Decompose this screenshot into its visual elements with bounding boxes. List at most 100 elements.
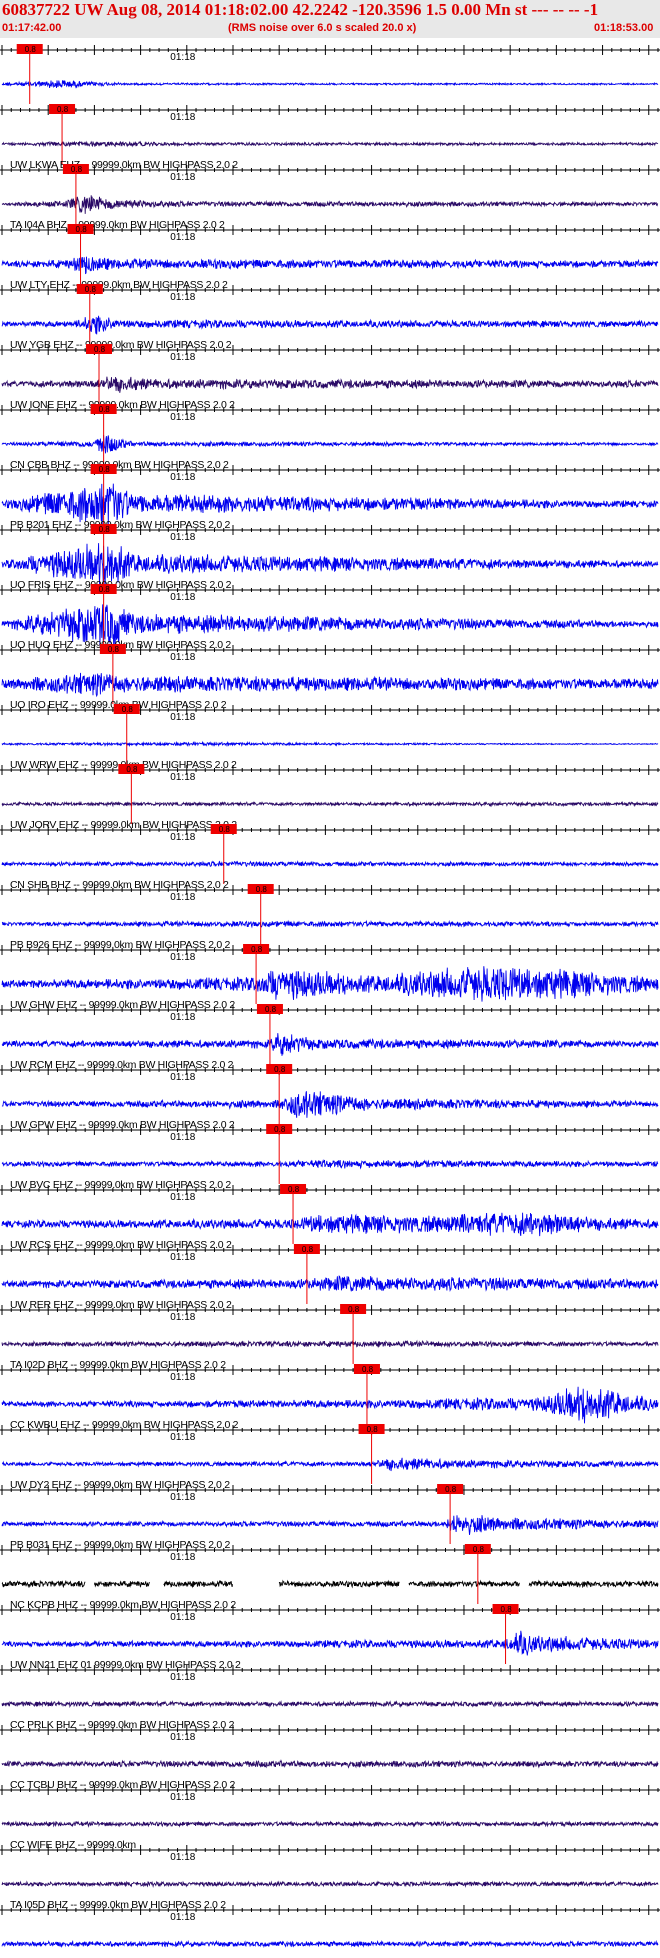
tick-label: 01:18 <box>170 1612 195 1623</box>
tick-label: 01:18 <box>170 352 195 363</box>
tick-label: 01:18 <box>170 1792 195 1803</box>
waveform <box>1 434 659 454</box>
waveform <box>1 1880 659 1888</box>
tick-label: 01:18 <box>170 1552 195 1563</box>
tick-label: 01:18 <box>170 52 195 63</box>
waveform <box>1 256 659 275</box>
station-label: TA I04A BHZ -- 99999.0km BW HIGHPASS 2.0… <box>10 219 225 231</box>
pick-label: 0.8 <box>122 705 134 714</box>
end-time: 01:18:53.00 <box>594 22 654 34</box>
pick-label: 0.8 <box>25 45 37 54</box>
pick-label: 0.8 <box>367 1425 379 1434</box>
waveform <box>1 1699 659 1709</box>
event-title: 60837722 UW Aug 08, 2014 01:18:02.00 42.… <box>2 0 599 19</box>
waveform <box>1 1339 659 1349</box>
station-label: UW GHW EHZ -- 99999.0km BW HIGHPASS 2.0 … <box>10 999 235 1011</box>
waveform <box>1 1033 659 1056</box>
waveform <box>1 140 659 148</box>
waveform <box>1 195 659 214</box>
station-label: UW BVC EHZ -- 99999.0km BW HIGHPASS 2.0 … <box>10 1179 231 1191</box>
waveform <box>1 1091 659 1118</box>
tick-label: 01:18 <box>170 1192 195 1203</box>
waveform <box>1 1212 659 1237</box>
pick-label: 0.8 <box>99 525 111 534</box>
pick-label: 0.8 <box>99 405 111 414</box>
tick-label: 01:18 <box>170 1252 195 1263</box>
station-label: UW LKWA EHZ -- 99999.0km BW HIGHPASS 2.0… <box>10 159 238 171</box>
tick-label: 01:18 <box>170 592 195 603</box>
waveform <box>1 1939 659 1949</box>
tick-label: 01:18 <box>170 1852 195 1863</box>
pick-label: 0.8 <box>362 1365 374 1374</box>
tick-label: 01:18 <box>170 1372 195 1383</box>
station-label: PB B201 EHZ -- 99999.0km BW HIGHPASS 2.0… <box>10 519 231 531</box>
station-label: UW YGB EHZ -- 99999.0km BW HIGHPASS 2.0 … <box>10 339 232 351</box>
noise-note: (RMS noise over 6.0 s scaled 20.0 x) <box>228 22 417 34</box>
tick-label: 01:18 <box>170 712 195 723</box>
station-label: UO FRIS EHZ -- 99999.0km BW HIGHPASS 2.0… <box>10 579 232 591</box>
waveform <box>1 1515 659 1535</box>
station-label: PB B031 EHZ -- 99999.0km BW HIGHPASS 2.0… <box>10 1539 231 1551</box>
pick-label: 0.8 <box>274 1125 286 1134</box>
tick-label: 01:18 <box>170 772 195 783</box>
tick-label: 01:18 <box>170 112 195 123</box>
waveform <box>1 1759 659 1769</box>
station-label: UW RER EHZ -- 99999.0km BW HIGHPASS 2.0 … <box>10 1299 232 1311</box>
waveform <box>1 1386 659 1424</box>
tick-label: 01:18 <box>170 1732 195 1743</box>
header-bar: 60837722 UW Aug 08, 2014 01:18:02.00 42.… <box>0 0 660 38</box>
tick-label: 01:18 <box>170 472 195 483</box>
pick-label: 0.8 <box>251 945 263 954</box>
waveform <box>1 1275 659 1293</box>
waveform <box>1 1457 659 1472</box>
waveform <box>1 800 659 808</box>
station-label: NC KCPB HHZ -- 99999.0km BW HIGHPASS 2.0… <box>10 1599 236 1611</box>
waveform <box>1 672 659 698</box>
tick-label: 01:18 <box>170 1312 195 1323</box>
pick-label: 0.8 <box>71 165 83 174</box>
waveform <box>1 376 659 393</box>
waveform <box>1 740 659 748</box>
pick-label: 0.8 <box>274 1065 286 1074</box>
waveform <box>1 1820 659 1828</box>
waveform <box>1 1159 659 1170</box>
pick-label: 0.8 <box>108 645 120 654</box>
pick-label: 0.8 <box>473 1545 485 1554</box>
waveform <box>1 315 659 335</box>
station-label: UW RCS EHZ -- 99999.0km BW HIGHPASS 2.0 … <box>10 1239 232 1251</box>
tick-label: 01:18 <box>170 1912 195 1923</box>
tick-label: 01:18 <box>170 832 195 843</box>
tick-label: 01:18 <box>170 952 195 963</box>
pick-label: 0.8 <box>94 345 106 354</box>
station-label: UW LTY EHZ -- 99999.0km BW HIGHPASS 2.0 … <box>10 279 228 291</box>
pick-label: 0.8 <box>348 1305 360 1314</box>
pick-label: 0.8 <box>501 1605 513 1614</box>
station-label: TA I05D BHZ -- 99999.0km BW HIGHPASS 2.0… <box>10 1899 226 1911</box>
tick-label: 01:18 <box>170 652 195 663</box>
tick-label: 01:18 <box>170 292 195 303</box>
tick-label: 01:18 <box>170 892 195 903</box>
waveform <box>1 860 659 868</box>
station-label: UW DY2 EHZ -- 99999.0km BW HIGHPASS 2.0 … <box>10 1479 230 1491</box>
pick-label: 0.8 <box>288 1185 300 1194</box>
station-label: CC TCBU BHZ -- 99999.0km BW HIGHPASS 2.0… <box>10 1779 236 1791</box>
tick-label: 01:18 <box>170 532 195 543</box>
waveform <box>1 1630 659 1656</box>
tick-label: 01:18 <box>170 1012 195 1023</box>
pick-label: 0.8 <box>126 765 138 774</box>
tick-label: 01:18 <box>170 172 195 183</box>
waveform <box>1 80 659 89</box>
station-label: PB B926 EHZ -- 99999.0km BW HIGHPASS 2.0… <box>10 939 231 951</box>
pick-label: 0.8 <box>219 825 231 834</box>
tick-label: 01:18 <box>170 1432 195 1443</box>
waveform <box>1 966 659 1002</box>
station-label: UW JORV EHZ -- 99999.0km BW HIGHPASS 2.0… <box>10 819 237 831</box>
tick-label: 01:18 <box>170 1132 195 1143</box>
waveform <box>1 919 659 929</box>
station-label: UW NN21 EHZ 01 99999.0km BW HIGHPASS 2.0… <box>10 1659 241 1671</box>
pick-label: 0.8 <box>256 885 268 894</box>
pick-label: 0.8 <box>99 465 111 474</box>
tick-label: 01:18 <box>170 1672 195 1683</box>
pick-label: 0.8 <box>302 1245 314 1254</box>
station-label: CC WIFE BHZ -- 99999.0km <box>10 1839 136 1851</box>
